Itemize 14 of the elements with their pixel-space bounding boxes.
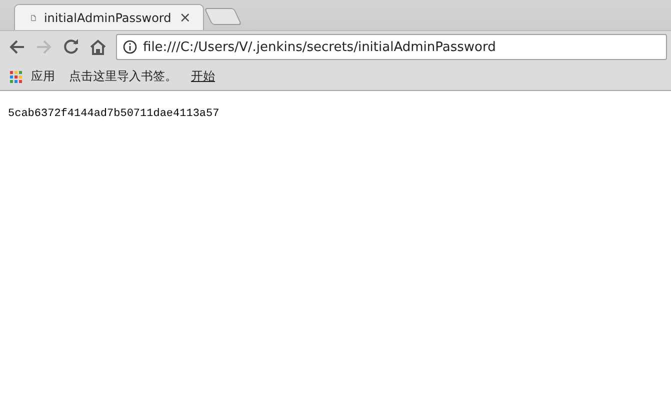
tab-title: initialAdminPassword bbox=[44, 10, 172, 24]
close-button[interactable]: × bbox=[179, 10, 191, 26]
reload-icon[interactable] bbox=[62, 38, 80, 56]
info-icon bbox=[123, 40, 137, 54]
home-icon[interactable] bbox=[89, 38, 107, 56]
grid-icon bbox=[10, 70, 22, 82]
import-bookmarks-hint: 点击这里导入书签。 bbox=[69, 68, 177, 85]
apps-label: 应用 bbox=[31, 68, 55, 85]
apps-shortcut[interactable]: 应用 bbox=[10, 68, 55, 85]
password-text: 5cab6372f4144ad7b50711dae4113a57 bbox=[8, 108, 220, 120]
address-bar[interactable]: file:///C:/Users/V/.jenkins/secrets/initialAdminPassword bbox=[116, 34, 667, 60]
start-link[interactable]: 开始 bbox=[191, 68, 215, 85]
back-arrow-icon[interactable] bbox=[8, 38, 26, 56]
browser-tab[interactable]: initialAdminPassword × bbox=[14, 4, 204, 30]
